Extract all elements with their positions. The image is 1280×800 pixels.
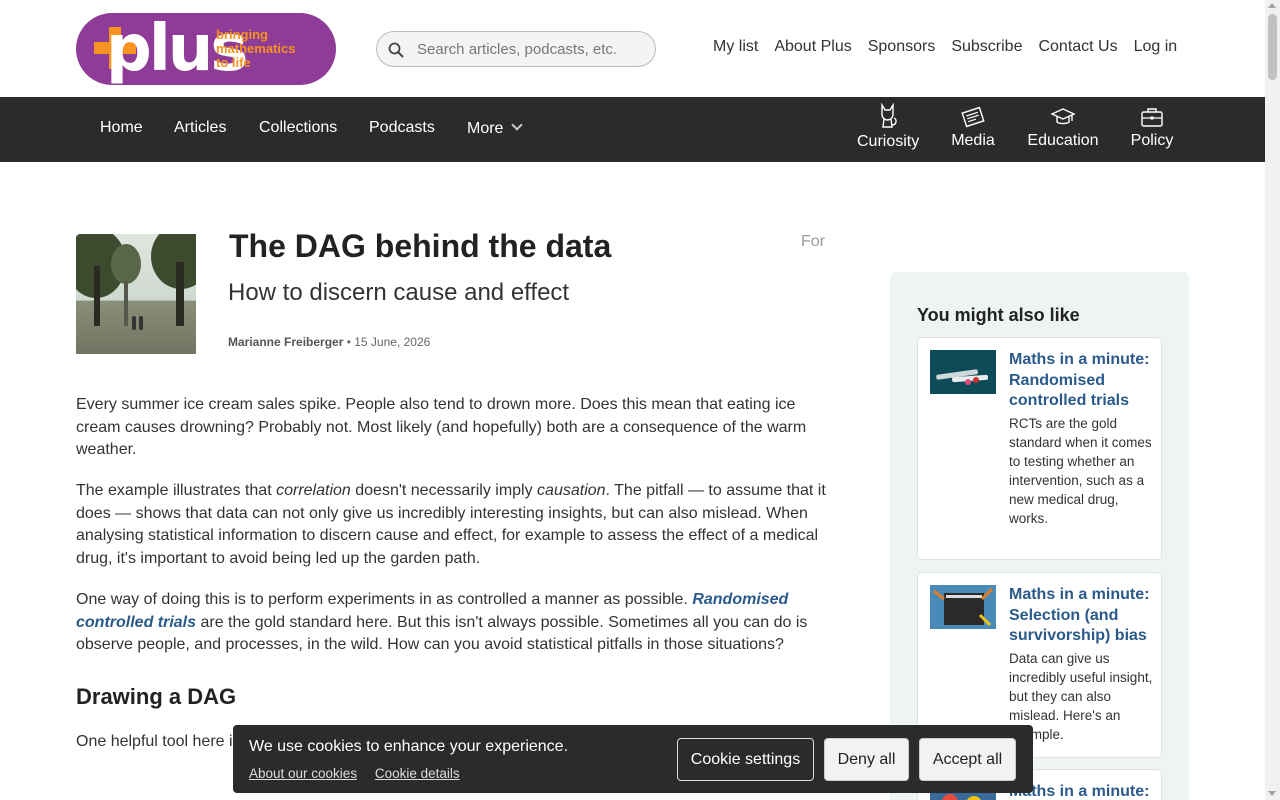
author-name[interactable]: Marianne Freiberger: [228, 335, 343, 349]
audience-curiosity-label: Curiosity: [857, 133, 920, 150]
chevron-down-icon: [511, 119, 524, 131]
page-scrollbar[interactable]: [1265, 0, 1280, 800]
audience-education-label: Education: [1027, 132, 1099, 149]
related-card[interactable]: Maths in a minute: Randomised controlled…: [917, 337, 1162, 560]
card-title[interactable]: Maths in a minute: Randomised controlled…: [1009, 350, 1154, 412]
cookie-settings-button[interactable]: Cookie settings: [677, 738, 814, 781]
audience-media[interactable]: Media: [951, 106, 995, 150]
card-title[interactable]: Maths in a minute: Selection (and surviv…: [1009, 585, 1154, 647]
article-title: The DAG behind the data: [229, 228, 612, 264]
about-cookies-link[interactable]: About our cookies: [249, 766, 357, 781]
section-heading: Drawing a DAG: [76, 684, 237, 709]
nav-more[interactable]: More: [467, 119, 524, 138]
paragraph-2: The example illustrates that correlation…: [76, 480, 831, 570]
sidebar-title: You might also like: [917, 305, 1080, 325]
nav-collections[interactable]: Collections: [259, 119, 337, 137]
top-links: My list About Plus Sponsors Subscribe Co…: [713, 38, 1193, 56]
for-label: For: [801, 233, 825, 250]
contact-us-link[interactable]: Contact Us: [1038, 38, 1117, 56]
scrollbar-thumb[interactable]: [1268, 14, 1277, 80]
log-in-link[interactable]: Log in: [1134, 38, 1178, 56]
paragraph-3: One way of doing this is to perform expe…: [76, 589, 831, 657]
emphasis: correlation: [276, 482, 351, 499]
paragraph-1: Every summer ice cream sales spike. Peop…: [76, 396, 807, 458]
search-box[interactable]: [376, 31, 656, 67]
card-thumbnail: [930, 585, 996, 629]
audience-policy-label: Policy: [1130, 132, 1174, 149]
text-run: doesn't necessarily imply: [350, 482, 538, 499]
scroll-down-arrow-icon[interactable]: [1268, 791, 1276, 796]
nav-podcasts[interactable]: Podcasts: [369, 119, 435, 137]
briefcase-icon: [1141, 108, 1163, 127]
main-nav: Home Articles Collections Podcasts More …: [0, 97, 1265, 250]
my-list-link[interactable]: My list: [713, 38, 758, 56]
site-header: plus bringing mathematics to life My lis…: [0, 0, 1265, 97]
text-run: One way of doing this is to perform expe…: [76, 591, 693, 608]
text-run: The example illustrates that: [76, 482, 277, 499]
cookie-details-link[interactable]: Cookie details: [375, 766, 460, 781]
cookie-banner: We use cookies to enhance your experienc…: [233, 725, 1033, 793]
nav-articles[interactable]: Articles: [174, 119, 226, 137]
tagline-line: to life: [216, 55, 251, 70]
scroll-up-arrow-icon[interactable]: [1268, 3, 1276, 8]
search-icon: [388, 42, 404, 58]
byline: Marianne Freiberger • 15 June, 2026: [228, 335, 430, 349]
deny-all-button[interactable]: Deny all: [824, 738, 909, 781]
publish-date: • 15 June, 2026: [346, 335, 431, 349]
nav-home[interactable]: Home: [100, 119, 143, 137]
search-input[interactable]: [417, 38, 647, 60]
cat-icon: [881, 103, 897, 128]
article-thumbnail: [76, 234, 196, 354]
audience-education[interactable]: Education: [1027, 106, 1099, 150]
nav-more-label: More: [467, 120, 504, 137]
logo-tagline: bringing mathematics to life: [216, 28, 295, 70]
audience-media-label: Media: [951, 132, 995, 149]
audience-policy[interactable]: Policy: [1130, 106, 1174, 150]
card-description: RCTs are the gold standard when it comes…: [1009, 416, 1152, 526]
card-thumbnail: [930, 350, 996, 394]
accept-all-button[interactable]: Accept all: [919, 738, 1016, 781]
subscribe-link[interactable]: Subscribe: [951, 38, 1022, 56]
emphasis: causation: [537, 482, 606, 499]
sponsors-link[interactable]: Sponsors: [868, 38, 936, 56]
plus-logo[interactable]: plus bringing mathematics to life: [76, 13, 336, 85]
audience-curiosity[interactable]: Curiosity: [857, 103, 919, 151]
tagline-line: bringing: [216, 27, 268, 42]
cookie-message: We use cookies to enhance your experienc…: [249, 738, 569, 755]
cookie-links: About our cookies Cookie details: [249, 766, 474, 781]
about-plus-link[interactable]: About Plus: [774, 38, 851, 56]
graduation-cap-icon: [1050, 108, 1076, 125]
article-subtitle: How to discern cause and effect: [228, 279, 570, 306]
related-sidebar: You might also like Maths in a minute: R…: [890, 272, 1189, 800]
tagline-line: mathematics: [216, 41, 296, 56]
newspaper-icon: [961, 106, 985, 128]
